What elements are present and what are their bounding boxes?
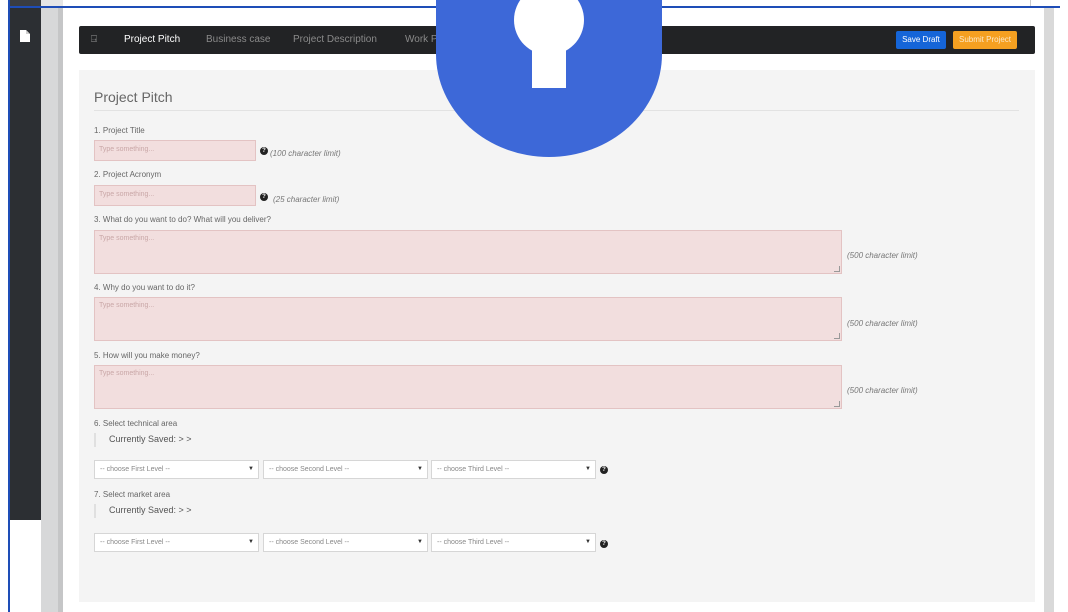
project-title-input[interactable]: Type something... [94, 140, 256, 161]
money-label: 5. How will you make money? [94, 351, 200, 360]
select-value: -- choose Second Level -- [269, 466, 350, 473]
tab-business-case[interactable]: Business case [206, 34, 270, 46]
why-label: 4. Why do you want to do it? [94, 283, 195, 292]
why-textarea[interactable]: Type something... [94, 297, 842, 341]
help-icon[interactable]: ? [260, 193, 268, 201]
resize-handle-icon[interactable] [834, 401, 840, 407]
saved-indicator [94, 433, 96, 447]
deliver-limit: (500 character limit) [847, 251, 918, 260]
technical-first-level-select[interactable]: -- choose First Level -- ▼ [94, 460, 259, 479]
why-placeholder: Type something... [99, 302, 155, 309]
market-area-label: 7. Select market area [94, 490, 171, 499]
lock-icon [436, 0, 662, 157]
money-textarea[interactable]: Type something... [94, 365, 842, 409]
technical-second-level-select[interactable]: -- choose Second Level -- ▼ [263, 460, 428, 479]
caret-down-icon: ▼ [417, 466, 423, 472]
help-icon[interactable]: ? [260, 147, 268, 155]
caret-down-icon: ▼ [585, 539, 591, 545]
tab-project-pitch[interactable]: Project Pitch [124, 34, 180, 46]
market-first-level-select[interactable]: -- choose First Level -- ▼ [94, 533, 259, 552]
deliver-label: 3. What do you want to do? What will you… [94, 215, 271, 224]
tab-work-plan[interactable]: Work P [405, 34, 438, 46]
left-gutter-edge [58, 8, 63, 612]
scrollbar[interactable] [1044, 8, 1054, 612]
deliver-placeholder: Type something... [99, 235, 155, 242]
help-icon[interactable]: ? [600, 466, 608, 474]
select-value: -- choose Third Level -- [437, 466, 510, 473]
caret-down-icon: ▼ [417, 539, 423, 545]
caret-down-icon: ▼ [248, 466, 254, 472]
app-sidebar [10, 8, 41, 520]
why-limit: (500 character limit) [847, 319, 918, 328]
resize-handle-icon[interactable] [834, 333, 840, 339]
saved-indicator [94, 504, 96, 518]
select-value: -- choose First Level -- [100, 539, 171, 546]
technical-third-level-select[interactable]: -- choose Third Level -- ▼ [431, 460, 596, 479]
select-value: -- choose Second Level -- [269, 539, 350, 546]
frame-border-left [8, 0, 10, 612]
project-acronym-limit: (25 character limit) [273, 195, 340, 204]
market-saved-text: Currently Saved: > > [109, 505, 192, 515]
market-second-level-select[interactable]: -- choose Second Level -- ▼ [263, 533, 428, 552]
caret-down-icon: ▼ [585, 466, 591, 472]
project-title-limit: (100 character limit) [270, 149, 341, 158]
caret-down-icon: ▼ [248, 539, 254, 545]
document-icon[interactable] [20, 30, 30, 42]
deliver-textarea[interactable]: Type something... [94, 230, 842, 274]
project-acronym-input[interactable]: Type something... [94, 185, 256, 206]
money-limit: (500 character limit) [847, 386, 918, 395]
page-title: Project Pitch [94, 89, 173, 105]
technical-area-label: 6. Select technical area [94, 419, 178, 428]
save-draft-button[interactable]: Save Draft [896, 31, 946, 49]
tab-project-description[interactable]: Project Description [293, 34, 377, 46]
help-icon[interactable]: ? [600, 540, 608, 548]
technical-saved-text: Currently Saved: > > [109, 434, 192, 444]
money-placeholder: Type something... [99, 370, 155, 377]
market-third-level-select[interactable]: -- choose Third Level -- ▼ [431, 533, 596, 552]
select-value: -- choose Third Level -- [437, 539, 510, 546]
submit-project-button[interactable]: Submit Project [953, 31, 1017, 49]
select-value: -- choose First Level -- [100, 466, 171, 473]
resize-handle-icon[interactable] [834, 266, 840, 272]
project-acronym-label: 2. Project Acronym [94, 170, 162, 179]
nav-menu-icon[interactable]: ⍈ [91, 34, 101, 46]
project-title-label: 1. Project Title [94, 126, 145, 135]
